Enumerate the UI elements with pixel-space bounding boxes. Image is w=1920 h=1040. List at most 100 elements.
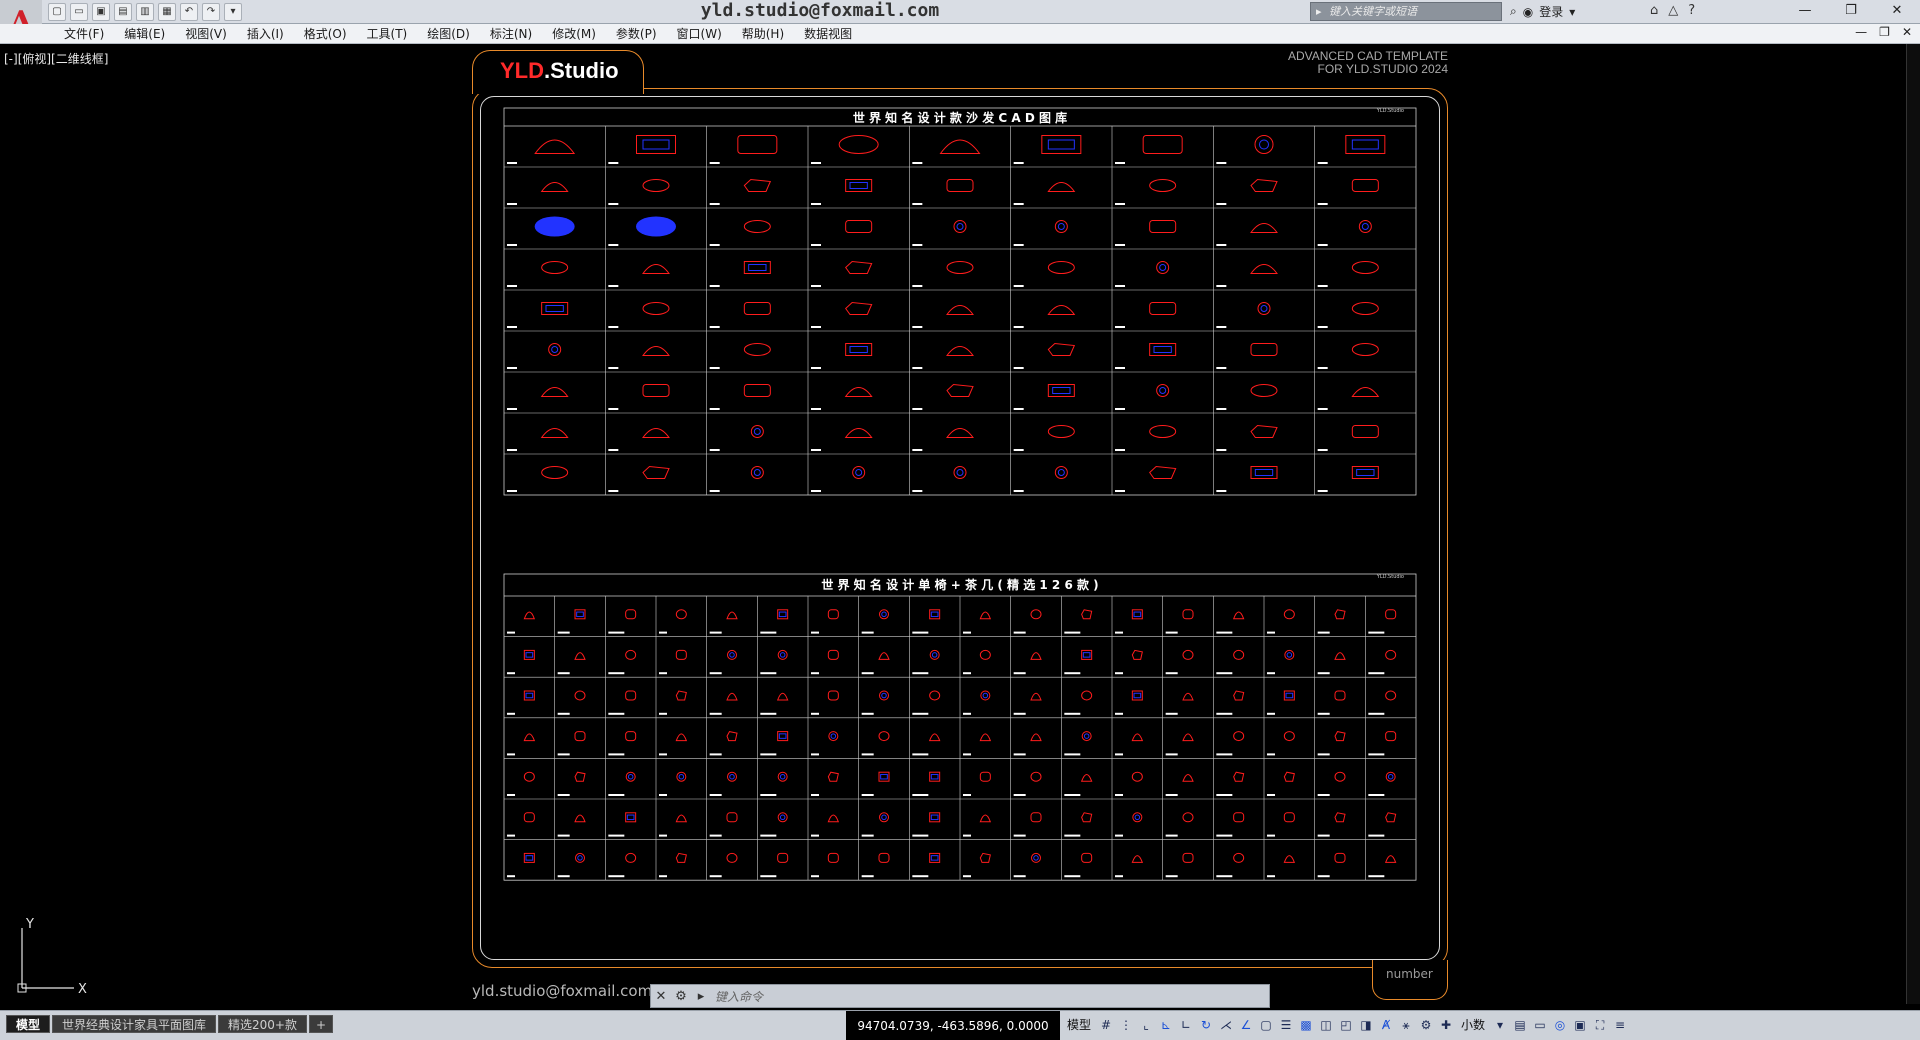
- model-space-toggle[interactable]: 模型: [1064, 1016, 1094, 1034]
- snap-icon[interactable]: ⋮: [1118, 1016, 1134, 1034]
- ortho-icon[interactable]: ∟: [1178, 1016, 1194, 1034]
- menu-list: 文件(F) 编辑(E) 视图(V) 插入(I) 格式(O) 工具(T) 绘图(D…: [54, 26, 862, 42]
- menu-edit[interactable]: 编辑(E): [114, 26, 175, 42]
- qat-dropdown-icon[interactable]: ▾: [224, 3, 242, 21]
- cmd-recent-icon[interactable]: ▸: [691, 989, 711, 1004]
- chair-scale-mark: [1064, 672, 1081, 675]
- a360-icon[interactable]: △: [1668, 3, 1678, 18]
- doc-minimize-icon[interactable]: —: [1855, 25, 1867, 39]
- redo-icon[interactable]: ↷: [202, 3, 220, 21]
- close-icon[interactable]: ✕: [1874, 0, 1920, 22]
- menu-view[interactable]: 视图(V): [175, 26, 237, 42]
- chair-scale-mark: [1317, 631, 1330, 634]
- user-icon[interactable]: ◉: [1523, 5, 1533, 19]
- cart-icon[interactable]: ⌂: [1650, 3, 1658, 18]
- menu-format[interactable]: 格式(O): [294, 26, 357, 42]
- dynamic-input-icon[interactable]: ◨: [1358, 1016, 1374, 1034]
- plot-preview-icon[interactable]: ▥: [136, 3, 154, 21]
- window-title: yld.studio@foxmail.com: [700, 0, 940, 21]
- chair-outline-shape: [1132, 812, 1143, 823]
- auto-scale-icon[interactable]: ⚹: [1398, 1016, 1414, 1034]
- annotation-visibility-icon[interactable]: Ⱥ: [1378, 1016, 1394, 1034]
- sofa-scale-mark: [1115, 490, 1125, 492]
- doc-close-icon[interactable]: ✕: [1902, 25, 1912, 39]
- tab-layout-2[interactable]: 精选200+款: [218, 1015, 307, 1033]
- annotation-monitor-icon[interactable]: ✚: [1438, 1016, 1454, 1034]
- lock-ui-icon[interactable]: ▭: [1532, 1016, 1548, 1034]
- cmd-close-icon[interactable]: ✕: [651, 989, 671, 1004]
- menu-modify[interactable]: 修改(M): [542, 26, 606, 42]
- clean-screen-icon[interactable]: ⛶: [1592, 1016, 1608, 1034]
- login-link[interactable]: 登录: [1539, 3, 1563, 20]
- menu-parametric[interactable]: 参数(P): [606, 26, 667, 42]
- sofa-scale-mark: [1013, 367, 1024, 369]
- sofa-scale-mark: [1216, 490, 1227, 492]
- transparency-icon[interactable]: ▩: [1298, 1016, 1314, 1034]
- units-dropdown[interactable]: 小数: [1458, 1016, 1488, 1034]
- menu-dimension[interactable]: 标注(N): [480, 26, 542, 42]
- search-input[interactable]: 键入关键字或短语: [1310, 2, 1502, 21]
- cmd-customize-icon[interactable]: ⚙: [671, 989, 691, 1004]
- selection-cycling-icon[interactable]: ◫: [1318, 1016, 1334, 1034]
- chair-symbol: [1216, 690, 1245, 715]
- chair-scale-mark: [1064, 875, 1081, 878]
- command-input[interactable]: 键入命令: [715, 988, 763, 1005]
- menu-help[interactable]: 帮助(H): [732, 26, 794, 42]
- chair-symbol: [608, 649, 637, 675]
- dynamic-ucs-icon[interactable]: ⊾: [1158, 1016, 1174, 1034]
- doc-restore-icon[interactable]: ❐: [1879, 25, 1890, 39]
- help-icon[interactable]: ?: [1688, 3, 1695, 18]
- coordinate-readout[interactable]: 94704.0739, -463.5896, 0.0000: [846, 1011, 1060, 1040]
- object-snap-tracking-icon[interactable]: ∠: [1238, 1016, 1254, 1034]
- sofa-outline-shape: [540, 428, 569, 438]
- add-layout-button[interactable]: +: [309, 1015, 334, 1033]
- print-icon[interactable]: ▦: [158, 3, 176, 21]
- isodraft-icon[interactable]: ⋌: [1218, 1016, 1234, 1034]
- binoculars-icon[interactable]: ⌕: [1510, 4, 1517, 19]
- chair-inner-shape: [778, 733, 787, 739]
- workspace-gear-icon[interactable]: ⚙: [1418, 1016, 1434, 1034]
- isolate-objects-icon[interactable]: ◎: [1552, 1016, 1568, 1034]
- tab-model[interactable]: 模型: [6, 1015, 51, 1033]
- minimize-icon[interactable]: —: [1782, 0, 1828, 22]
- menu-draw[interactable]: 绘图(D): [417, 26, 480, 42]
- chair-scale-mark: [912, 753, 929, 756]
- sofa-scale-mark: [811, 326, 821, 328]
- vertical-scrollbar[interactable]: [1906, 44, 1920, 1004]
- chair-outline-shape: [1385, 609, 1397, 620]
- sofa-scale-mark: [1013, 162, 1024, 164]
- viewport-controls[interactable]: [-][俯视][二维线框]: [4, 50, 108, 67]
- menu-insert[interactable]: 插入(I): [237, 26, 294, 42]
- menu-tools[interactable]: 工具(T): [357, 26, 418, 42]
- sofa-symbol: [912, 220, 967, 246]
- menu-window[interactable]: 窗口(W): [667, 26, 732, 42]
- sofa-inner-shape: [956, 223, 964, 230]
- chair-outline-shape: [625, 609, 637, 620]
- restore-icon[interactable]: ❐: [1828, 0, 1874, 22]
- open-file-icon[interactable]: ▭: [70, 3, 88, 21]
- login-dropdown-icon[interactable]: ▾: [1569, 5, 1575, 19]
- chair-scale-mark: [557, 753, 570, 756]
- save-as-icon[interactable]: ▤: [114, 3, 132, 21]
- object-snap-icon[interactable]: ▢: [1258, 1016, 1274, 1034]
- undo-icon[interactable]: ↶: [180, 3, 198, 21]
- polar-icon[interactable]: ↻: [1198, 1016, 1214, 1034]
- menu-file[interactable]: 文件(F): [54, 26, 114, 42]
- hardware-acceleration-icon[interactable]: ▣: [1572, 1016, 1588, 1034]
- new-file-icon[interactable]: ▢: [48, 3, 66, 21]
- chair-symbol: [1216, 852, 1245, 878]
- chair-scale-mark: [709, 631, 722, 634]
- 3d-osnap-icon[interactable]: ◰: [1338, 1016, 1354, 1034]
- chair-scale-mark: [1013, 712, 1026, 715]
- quick-properties-icon[interactable]: ▤: [1512, 1016, 1528, 1034]
- lineweight-icon[interactable]: ☰: [1278, 1016, 1294, 1034]
- save-icon[interactable]: ▣: [92, 3, 110, 21]
- tab-layout-1[interactable]: 世界经典设计家具平面图库: [52, 1015, 217, 1033]
- menu-data-view[interactable]: 数据视图: [794, 26, 862, 42]
- sofa-symbol: [709, 343, 771, 369]
- grid-icon[interactable]: #: [1098, 1016, 1114, 1034]
- infer-icon[interactable]: ⌞: [1138, 1016, 1154, 1034]
- units-dropdown-arrow-icon[interactable]: ▾: [1492, 1016, 1508, 1034]
- customization-icon[interactable]: ≡: [1612, 1016, 1628, 1034]
- chair-scale-mark: [608, 753, 625, 756]
